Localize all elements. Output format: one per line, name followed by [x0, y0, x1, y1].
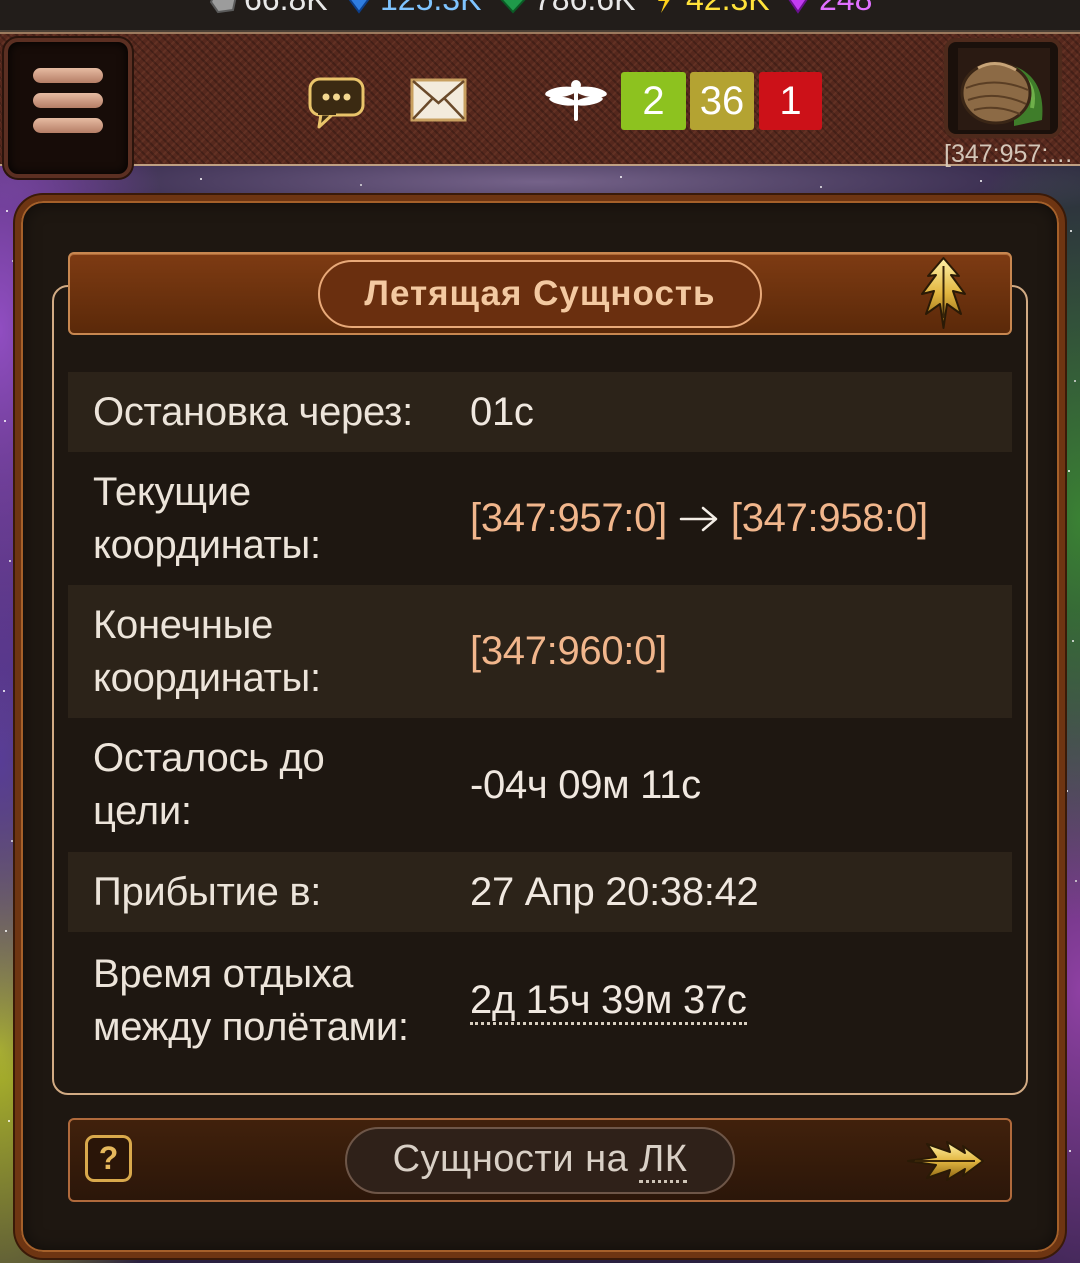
top-navigation-bar: 2 36 1 [347:957:… [0, 32, 1080, 178]
entity-info-table: Остановка через: 01с Текущие координаты:… [68, 372, 1012, 1070]
row-value: [347:960:0] [470, 625, 667, 678]
info-row-destination: Конечные координаты: [347:960:0] [68, 585, 1012, 718]
fleet-counter-neutral[interactable]: 36 [690, 72, 754, 130]
destination-coords-link[interactable]: [347:960:0] [470, 625, 667, 678]
row-value: [347:957:0] [347:958:0] [470, 492, 928, 545]
row-value: 2д 15ч 39м 37с [470, 978, 747, 1025]
resource-value: 125.3K [380, 0, 481, 19]
info-row-arrival: Прибытие в: 27 Апр 20:38:42 [68, 852, 1012, 932]
current-planet-coords[interactable]: [347:957:… [944, 138, 1080, 170]
arrow-right-icon [679, 506, 718, 531]
emerald-icon [500, 0, 526, 14]
row-value: 27 Апр 20:38:42 [470, 869, 759, 914]
info-row-stop: Остановка через: 01с [68, 372, 1012, 452]
resource-value: 248 [819, 0, 872, 19]
resource-bar: 66.8K 125.3K 786.6K 42.3K 248 [0, 0, 1080, 32]
dragonfly-icon[interactable] [543, 78, 609, 122]
info-row-cooldown: Время отдыха между полётами: 2д 15ч 39м … [68, 932, 1012, 1070]
panel-footer: ? Сущности на ЛК [68, 1118, 1012, 1202]
hamburger-menu-icon [33, 68, 103, 134]
resource-value: 66.8K [244, 0, 328, 19]
resource-crystal: 125.3K [344, 0, 481, 19]
amethyst-icon [788, 0, 808, 14]
button-text: Сущности на [392, 1137, 629, 1180]
ornate-arrow-right-icon[interactable] [905, 1130, 985, 1192]
lightning-icon [658, 0, 670, 13]
row-label: Осталось до цели: [93, 736, 325, 833]
row-value: 01с [470, 389, 534, 434]
panel-header: Летящая Сущность [68, 252, 1012, 335]
resource-emerald: 786.6K [498, 0, 635, 19]
coords-to-link[interactable]: [347:958:0] [731, 492, 928, 545]
info-row-remaining: Осталось до цели: -04ч 09м 11с [68, 718, 1012, 852]
fleet-counter-own[interactable]: 2 [621, 72, 686, 130]
entities-list-button[interactable]: Сущности на ЛК [345, 1126, 735, 1194]
fleet-counter-hostile[interactable]: 1 [759, 72, 822, 130]
coords-from-link[interactable]: [347:957:0] [470, 492, 667, 545]
row-label: Текущие координаты: [93, 469, 321, 567]
row-label: Остановка через: [93, 389, 413, 434]
resource-metal: 66.8K [208, 0, 328, 19]
panel-title: Летящая Сущность [318, 259, 762, 328]
sapphire-icon [348, 0, 370, 14]
chat-bubble-icon[interactable] [308, 77, 365, 129]
resource-value: 42.3K [686, 0, 770, 19]
button-link-text: ЛК [639, 1137, 688, 1183]
row-label: Прибытие в: [93, 869, 322, 914]
envelope-icon[interactable] [410, 78, 467, 122]
flying-entity-panel: Летящая Сущность Остановка через: 01с Те… [15, 195, 1065, 1258]
row-label: Конечные координаты: [93, 602, 321, 700]
resource-premium: 248 [783, 0, 872, 19]
info-row-current-coords: Текущие координаты: [347:957:0] [347:958… [68, 452, 1012, 585]
planet-avatar-icon[interactable] [944, 38, 1062, 138]
row-label: Время отдыха между полётами: [93, 952, 409, 1049]
help-icon[interactable]: ? [85, 1135, 132, 1182]
cooldown-tooltip-value[interactable]: 2д 15ч 39м 37с [470, 978, 747, 1025]
main-menu-button[interactable] [4, 38, 132, 178]
collapse-up-icon[interactable] [915, 256, 972, 330]
resource-energy: 42.3K [650, 0, 770, 19]
row-value: -04ч 09м 11с [470, 762, 701, 807]
stone-icon [209, 0, 237, 14]
resource-value: 786.6K [534, 0, 635, 19]
